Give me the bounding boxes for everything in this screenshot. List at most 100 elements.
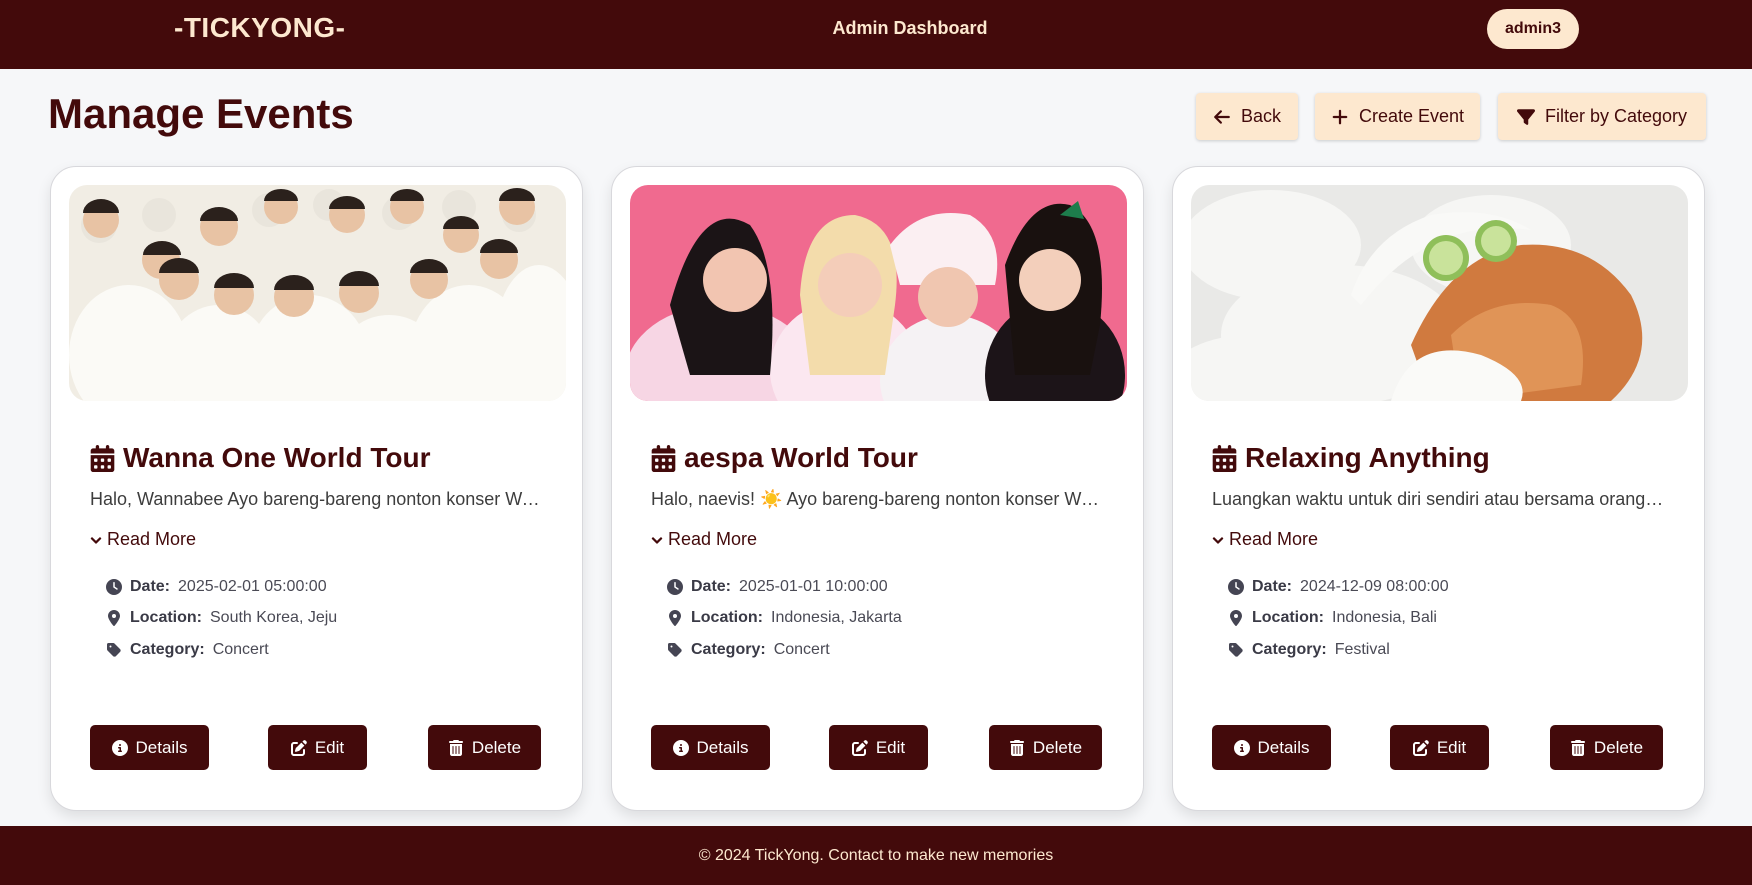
clock-icon [667, 579, 683, 595]
calendar-icon [90, 444, 115, 472]
read-more-label: Read More [107, 529, 197, 549]
filter-label: Filter by Category [1544, 106, 1688, 126]
details-button[interactable]: Details [651, 725, 770, 770]
edit-label: Edit [875, 737, 906, 757]
location-value: Indonesia, Jakarta [771, 609, 902, 626]
edit-icon [1412, 739, 1429, 756]
navbar: -TICKYONG- Admin Dashboard admin3 [0, 0, 1752, 69]
footer-text: © 2024 TickYong. Contact to make new mem… [698, 847, 1054, 864]
tag-icon [668, 643, 682, 657]
read-more-toggle[interactable]: Read More [651, 529, 757, 550]
edit-button[interactable]: Edit [1390, 725, 1489, 770]
delete-button[interactable]: Delete [989, 725, 1102, 770]
edit-label: Edit [1436, 737, 1467, 757]
info-icon [111, 739, 128, 756]
location-label: Location: [130, 609, 202, 626]
create-event-label: Create Event [1358, 106, 1465, 126]
edit-button[interactable]: Edit [268, 725, 367, 770]
event-card: Relaxing Anything Luangkan waktu untuk d… [1172, 166, 1705, 811]
event-title-text: Relaxing Anything [1245, 442, 1490, 473]
read-more-label: Read More [1229, 529, 1319, 549]
details-label: Details [696, 737, 749, 757]
event-category: Category: Concert [667, 641, 830, 659]
details-button[interactable]: Details [90, 725, 209, 770]
clock-icon [1228, 579, 1244, 595]
filter-by-category-button[interactable]: Filter by Category [1498, 93, 1706, 140]
category-label: Category: [1252, 641, 1327, 658]
calendar-icon [1212, 444, 1237, 472]
event-category: Category: Concert [106, 641, 269, 659]
date-label: Date: [130, 578, 171, 595]
info-icon [672, 739, 689, 756]
event-card: Wanna One World Tour Halo, Wannabee Ayo … [50, 166, 583, 811]
category-value: Concert [212, 641, 269, 658]
back-label: Back [1240, 106, 1282, 126]
plus-icon [1332, 109, 1348, 124]
map-pin-icon [1230, 610, 1242, 626]
brand-logo[interactable]: -TICKYONG- [174, 12, 345, 44]
details-button[interactable]: Details [1212, 725, 1331, 770]
event-image [1191, 185, 1688, 401]
event-title-text: aespa World Tour [684, 442, 918, 473]
event-image [630, 185, 1127, 401]
delete-button[interactable]: Delete [428, 725, 541, 770]
footer: © 2024 TickYong. Contact to make new mem… [0, 826, 1752, 885]
delete-label: Delete [1593, 737, 1644, 757]
event-date: Date: 2025-01-01 10:00:00 [667, 578, 888, 596]
delete-button[interactable]: Delete [1550, 725, 1663, 770]
map-pin-icon [669, 610, 681, 626]
edit-icon [290, 739, 307, 756]
category-label: Category: [691, 641, 766, 658]
back-button[interactable]: Back [1196, 93, 1298, 140]
arrow-left-icon [1214, 109, 1230, 124]
edit-icon [851, 739, 868, 756]
category-label: Category: [130, 641, 205, 658]
edit-button[interactable]: Edit [829, 725, 928, 770]
date-value: 2024-12-09 08:00:00 [1300, 578, 1449, 595]
delete-label: Delete [1032, 737, 1083, 757]
event-title: aespa World Tour [651, 442, 918, 474]
location-value: South Korea, Jeju [210, 609, 338, 626]
trash-icon [448, 739, 463, 756]
user-menu-button[interactable]: admin3 [1487, 9, 1579, 49]
info-icon [1233, 739, 1250, 756]
read-more-label: Read More [668, 529, 758, 549]
location-label: Location: [1252, 609, 1324, 626]
tag-icon [1229, 643, 1243, 657]
filter-icon [1516, 108, 1535, 125]
chevron-down-icon [651, 536, 663, 544]
event-location: Location: South Korea, Jeju [106, 609, 337, 627]
page-title: Manage Events [48, 90, 354, 137]
category-value: Festival [1334, 641, 1390, 658]
read-more-toggle[interactable]: Read More [1212, 529, 1318, 550]
location-label: Location: [691, 609, 763, 626]
map-pin-icon [108, 610, 120, 626]
date-label: Date: [1252, 578, 1293, 595]
details-label: Details [135, 737, 188, 757]
trash-icon [1570, 739, 1585, 756]
edit-label: Edit [314, 737, 345, 757]
event-date: Date: 2024-12-09 08:00:00 [1228, 578, 1449, 596]
calendar-icon [651, 444, 676, 472]
event-category: Category: Festival [1228, 641, 1390, 659]
event-title: Wanna One World Tour [90, 442, 430, 474]
chevron-down-icon [90, 536, 102, 544]
event-image [69, 185, 566, 401]
date-label: Date: [691, 578, 732, 595]
trash-icon [1009, 739, 1024, 756]
read-more-toggle[interactable]: Read More [90, 529, 196, 550]
chevron-down-icon [1212, 536, 1224, 544]
event-date: Date: 2025-02-01 05:00:00 [106, 578, 327, 596]
event-title: Relaxing Anything [1212, 442, 1490, 474]
date-value: 2025-02-01 05:00:00 [178, 578, 327, 595]
delete-label: Delete [471, 737, 522, 757]
event-title-text: Wanna One World Tour [123, 442, 431, 473]
event-location: Location: Indonesia, Jakarta [667, 609, 902, 627]
date-value: 2025-01-01 10:00:00 [739, 578, 888, 595]
location-value: Indonesia, Bali [1332, 609, 1437, 626]
create-event-button[interactable]: Create Event [1315, 93, 1480, 140]
event-card: aespa World Tour Halo, naevis! ☀️ Ayo ba… [611, 166, 1144, 811]
event-description: Halo, Wannabee Ayo bareng-bareng nonton … [90, 489, 545, 509]
category-value: Concert [773, 641, 830, 658]
nav-title: Admin Dashboard [832, 18, 988, 38]
